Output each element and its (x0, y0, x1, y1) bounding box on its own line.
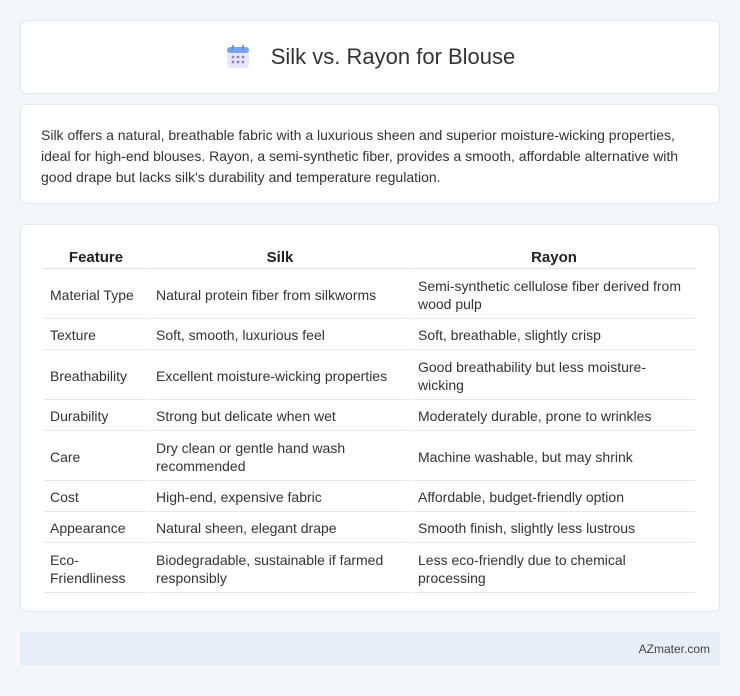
cell-feature: Cost (44, 483, 148, 512)
cell-rayon: Machine washable, but may shrink (412, 433, 696, 481)
cell-rayon: Smooth finish, slightly less lustrous (412, 514, 696, 543)
cell-silk: Soft, smooth, luxurious feel (150, 321, 410, 350)
table-row: Breathability Excellent moisture-wicking… (44, 352, 696, 400)
footer-site-link[interactable]: AZmater.com (639, 642, 710, 656)
cell-feature: Appearance (44, 514, 148, 543)
table-row: Eco-Friendliness Biodegradable, sustaina… (44, 545, 696, 593)
table-row: Durability Strong but delicate when wet … (44, 402, 696, 431)
summary-text: Silk offers a natural, breathable fabric… (41, 127, 679, 185)
table-row: Appearance Natural sheen, elegant drape … (44, 514, 696, 543)
cell-silk: Natural sheen, elegant drape (150, 514, 410, 543)
cell-feature: Care (44, 433, 148, 481)
header-rayon: Rayon (412, 247, 696, 269)
cell-rayon: Good breathability but less moisture-wic… (412, 352, 696, 400)
cell-rayon: Semi-synthetic cellulose fiber derived f… (412, 271, 696, 319)
comparison-table: Feature Silk Rayon Material Type Natural… (42, 245, 698, 595)
cell-rayon: Moderately durable, prone to wrinkles (412, 402, 696, 431)
cell-silk: High-end, expensive fabric (150, 483, 410, 512)
cell-silk: Natural protein fiber from silkworms (150, 271, 410, 319)
cell-silk: Dry clean or gentle hand wash recommende… (150, 433, 410, 481)
cell-feature: Durability (44, 402, 148, 431)
comparison-table-card: Feature Silk Rayon Material Type Natural… (20, 224, 720, 612)
cell-feature: Eco-Friendliness (44, 545, 148, 593)
footer: AZmater.com (20, 632, 720, 665)
cell-silk: Biodegradable, sustainable if farmed res… (150, 545, 410, 593)
page-title: Silk vs. Rayon for Blouse (270, 44, 516, 69)
table-row: Care Dry clean or gentle hand wash recom… (44, 433, 696, 481)
cell-rayon: Less eco-friendly due to chemical proces… (412, 545, 696, 593)
cell-rayon: Soft, breathable, slightly crisp (412, 321, 696, 350)
cell-silk: Strong but delicate when wet (150, 402, 410, 431)
table-row: Texture Soft, smooth, luxurious feel Sof… (44, 321, 696, 350)
cell-feature: Texture (44, 321, 148, 350)
cell-feature: Material Type (44, 271, 148, 319)
header-feature: Feature (44, 247, 148, 269)
title-card: Silk vs. Rayon for Blouse (20, 20, 720, 94)
calendar-icon (225, 44, 251, 70)
cell-feature: Breathability (44, 352, 148, 400)
summary-card: Silk offers a natural, breathable fabric… (20, 104, 720, 204)
cell-silk: Excellent moisture-wicking properties (150, 352, 410, 400)
table-header-row: Feature Silk Rayon (44, 247, 696, 269)
table-row: Material Type Natural protein fiber from… (44, 271, 696, 319)
table-row: Cost High-end, expensive fabric Affordab… (44, 483, 696, 512)
header-silk: Silk (150, 247, 410, 269)
cell-rayon: Affordable, budget-friendly option (412, 483, 696, 512)
